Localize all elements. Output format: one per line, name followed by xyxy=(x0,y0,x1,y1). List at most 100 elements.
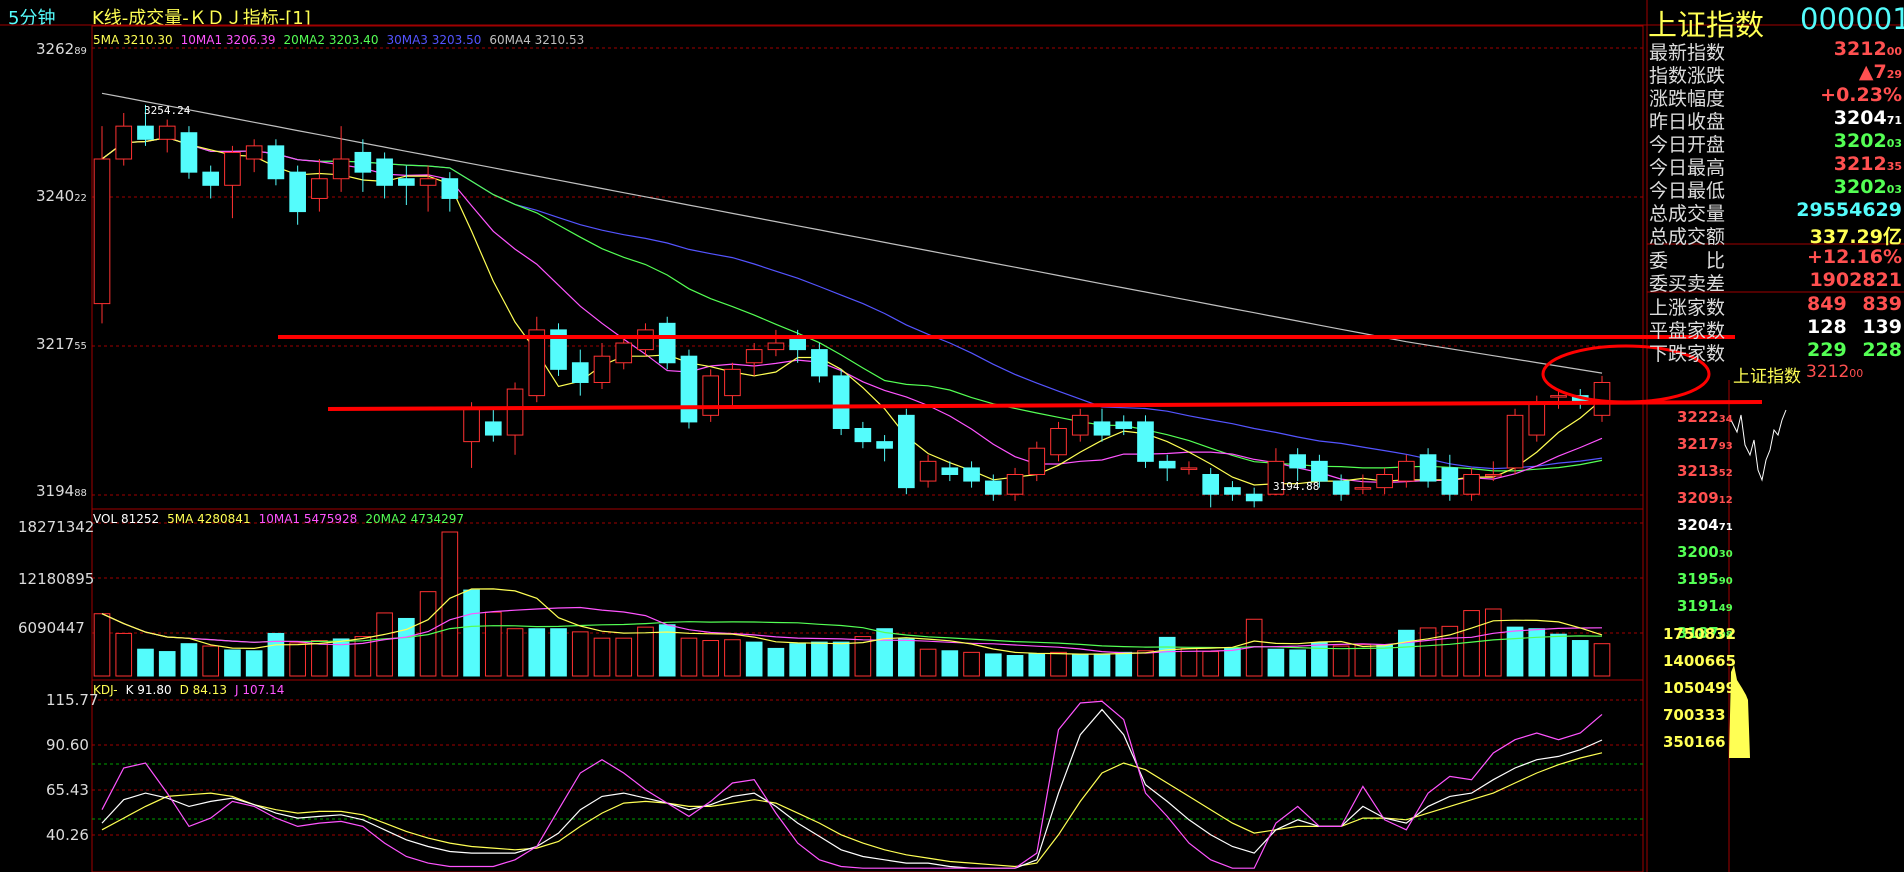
mini-price-label: 319149 xyxy=(1677,597,1733,615)
candle-body xyxy=(484,421,502,436)
volume-bar xyxy=(115,632,133,677)
breadth-row: 下跌家数 229 228 xyxy=(1649,339,1902,365)
candle-body xyxy=(571,362,589,383)
candle-body xyxy=(419,178,437,186)
volume-bar xyxy=(1006,655,1024,677)
candle-body xyxy=(637,329,654,351)
volume-bar xyxy=(1224,647,1241,677)
candle-body xyxy=(311,178,328,199)
quote-row: 指数涨跌 ▲729 xyxy=(1647,61,1904,87)
mini-price-label: 320912 xyxy=(1677,489,1733,507)
candle-body xyxy=(963,467,980,482)
candle-body xyxy=(941,467,959,475)
legend-item: 5MA 4280841 xyxy=(167,512,251,526)
legend-item: 30MA3 3203.50 xyxy=(386,33,482,47)
candle-body xyxy=(528,329,546,397)
volume-bar xyxy=(1050,651,1067,677)
ma60-line xyxy=(101,92,1603,374)
price-axis-label: 326289 xyxy=(36,40,87,58)
volume-bar xyxy=(180,643,198,677)
candle-body xyxy=(1071,414,1089,436)
price-axis-label: 324022 xyxy=(36,187,87,205)
high-price-note: 3254.24 xyxy=(144,104,191,117)
quote-row: 总成交额 337.29亿 xyxy=(1647,222,1904,248)
candle-body xyxy=(767,342,785,351)
candle-body xyxy=(115,125,133,160)
quote-row: 今日最低 320203 xyxy=(1647,176,1904,202)
candle-body xyxy=(1093,421,1111,436)
volume-bar xyxy=(1158,636,1176,677)
legend-item: VOL 81252 xyxy=(93,512,160,526)
volume-bar xyxy=(1332,645,1350,677)
candle-body xyxy=(1441,467,1459,495)
volume-bar xyxy=(267,632,285,677)
legend-item: K 91.80 xyxy=(125,683,172,697)
volume-axis-label: 18271342 xyxy=(18,518,95,536)
candle-body xyxy=(832,375,850,429)
candle-body xyxy=(745,349,763,364)
quote-row: 昨日收盘 320471 xyxy=(1647,107,1904,133)
candle-body xyxy=(615,342,633,364)
candle-body xyxy=(158,125,176,140)
quote-value: 320203 xyxy=(1833,176,1902,198)
kdj-lines xyxy=(101,700,1603,869)
candle-body xyxy=(1006,473,1024,495)
candle-body xyxy=(1158,460,1176,469)
volume-bar xyxy=(93,613,111,677)
legend-item: J 107.14 xyxy=(235,683,285,697)
volume-ma-lines xyxy=(101,588,1603,655)
kdj-j-line xyxy=(101,700,1603,869)
volume-bar xyxy=(984,653,1002,677)
candle-body xyxy=(137,125,154,140)
quote-value: 29554629 xyxy=(1796,199,1902,221)
candle-body xyxy=(1245,493,1263,502)
candle-body xyxy=(1180,467,1198,470)
volume-bar xyxy=(876,628,893,677)
volume-bars xyxy=(93,531,1611,677)
candle-body xyxy=(441,178,459,199)
legend-item: 10MA1 5475928 xyxy=(258,512,358,526)
candle-body xyxy=(680,355,698,423)
volume-bar xyxy=(702,640,720,677)
volume-bar xyxy=(1093,653,1111,677)
volume-bar xyxy=(1180,647,1198,677)
candle-body xyxy=(1463,473,1480,495)
volume-axis-label: 12180895 xyxy=(18,570,95,588)
price-axis-label: 319488 xyxy=(36,482,87,500)
kdj-axis-label: 90.60 xyxy=(46,736,89,754)
candle-body xyxy=(1398,460,1415,482)
volume-bar xyxy=(1354,643,1372,677)
candle-body xyxy=(224,151,241,186)
quote-value: 320471 xyxy=(1833,107,1902,129)
volume-bar xyxy=(1463,610,1480,677)
volume-bar xyxy=(811,641,828,677)
candle-body xyxy=(1376,473,1393,489)
volume-bar xyxy=(224,649,241,677)
volume-bar xyxy=(963,651,980,677)
candle-body xyxy=(202,171,220,186)
volume-bar xyxy=(941,650,959,677)
candle-body xyxy=(93,158,111,305)
candle-body xyxy=(245,145,263,160)
candle-body xyxy=(1528,401,1546,436)
candle-body xyxy=(332,158,350,180)
candle-body xyxy=(1224,487,1241,495)
breadth-row: 上涨家数 849 839 xyxy=(1649,293,1902,319)
quote-value: ▲729 xyxy=(1858,61,1902,83)
volume-legend: VOL 81252 5MA 4280841 10MA1 5475928 20MA2 4… xyxy=(93,512,472,526)
volume-bar xyxy=(289,642,306,677)
volume-bar xyxy=(745,641,763,677)
volume-bar xyxy=(1398,629,1415,677)
candle-body xyxy=(593,355,611,383)
price-ma-lines xyxy=(101,92,1603,486)
breadth-row: 平盘家数 128 139 xyxy=(1649,316,1902,342)
candle-body xyxy=(1202,473,1220,495)
volume-bar xyxy=(593,637,611,677)
mini-volume-label: 350166 xyxy=(1663,733,1726,751)
low-price-note: 3194.88 xyxy=(1273,480,1320,493)
volume-bar xyxy=(463,589,480,677)
quote-row: 涨跌幅度 +0.23% xyxy=(1647,84,1904,110)
quote-label: 总成交额 xyxy=(1649,226,1726,248)
mini-volume-label: 700333 xyxy=(1663,706,1726,724)
quote-row: 总成交量 29554629 xyxy=(1647,199,1904,225)
